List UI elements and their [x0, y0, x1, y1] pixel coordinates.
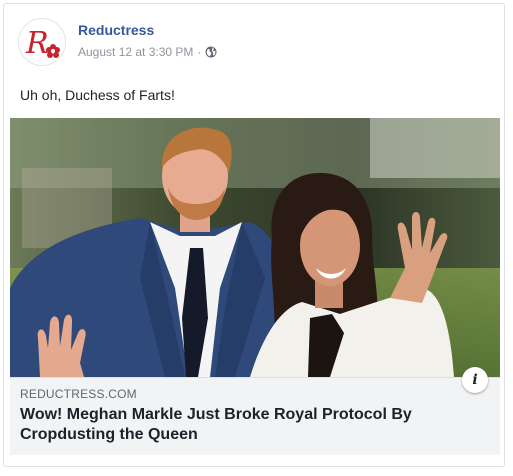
link-headline[interactable]: Wow! Meghan Markle Just Broke Royal Prot… — [20, 405, 460, 445]
info-icon[interactable]: i — [462, 367, 488, 393]
reductress-logo: R — [25, 26, 60, 61]
post-meta: August 12 at 3:30 PM · — [78, 45, 217, 59]
couple-photo — [10, 118, 500, 377]
post-message: Uh oh, Duchess of Farts! — [20, 87, 175, 103]
post-timestamp[interactable]: August 12 at 3:30 PM — [78, 45, 193, 59]
page-avatar[interactable]: R — [18, 18, 66, 66]
link-preview-image[interactable] — [10, 118, 500, 377]
link-domain: REDUCTRESS.COM — [20, 387, 137, 401]
meta-separator: · — [197, 45, 202, 59]
globe-icon[interactable] — [205, 46, 217, 58]
post-card: R Reductress August 12 at 3:30 PM · Uh o… — [3, 3, 505, 467]
svg-text:R: R — [25, 26, 49, 61]
post-header: R Reductress August 12 at 3:30 PM · — [18, 18, 488, 70]
page-name-link[interactable]: Reductress — [78, 22, 154, 38]
link-preview-card[interactable]: REDUCTRESS.COM Wow! Meghan Markle Just B… — [10, 377, 500, 455]
